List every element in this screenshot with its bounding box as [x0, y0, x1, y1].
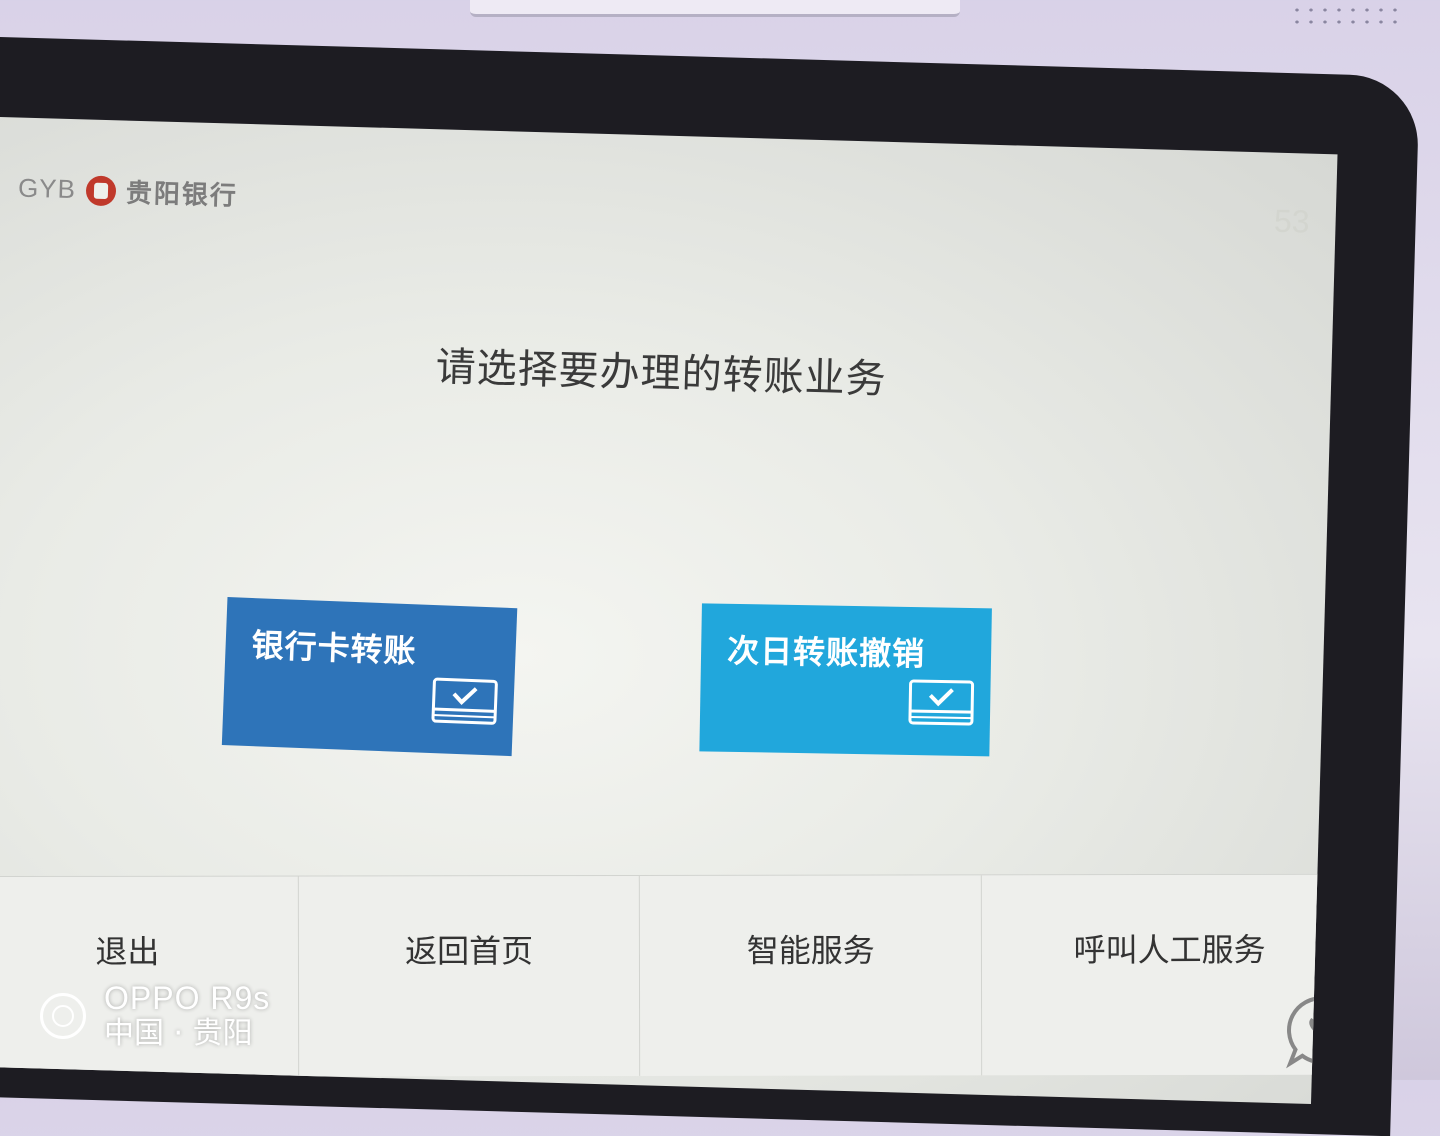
bank-logo-icon	[85, 174, 117, 206]
camera-lens-icon	[40, 992, 86, 1039]
next-day-transfer-cancel-button[interactable]: 次日转账撤销	[699, 603, 992, 757]
tile-label: 次日转账撤销	[726, 631, 926, 674]
card-check-icon	[431, 677, 498, 725]
phone-chat-icon[interactable]	[1282, 991, 1338, 1071]
wall-dots	[1290, 4, 1400, 28]
logo-chinese: 贵阳银行	[125, 178, 239, 212]
logo-english: GYB	[17, 172, 77, 205]
device-mount	[470, 0, 960, 17]
watermark-location: 中国 · 贵阳	[104, 1015, 253, 1051]
kiosk-bezel: GYB 贵阳银行 53 请选择要办理的转账业务 银行卡转账 次日转账撤销 退出 …	[0, 35, 1420, 1136]
camera-watermark: OPPO R9s 中国 · 贵阳	[40, 980, 270, 1051]
smart-service-button[interactable]: 智能服务	[640, 875, 983, 1076]
bank-card-transfer-button[interactable]: 银行卡转账	[221, 597, 518, 757]
watermark-text: OPPO R9s 中国 · 贵阳	[104, 980, 270, 1051]
watermark-device: OPPO R9s	[104, 980, 271, 1016]
home-button[interactable]: 返回首页	[298, 875, 641, 1077]
bank-logo: GYB 贵阳银行	[18, 170, 239, 213]
page-title: 请选择要办理的转账业务	[435, 344, 888, 403]
countdown-timer: 53	[1273, 202, 1311, 240]
card-check-icon	[908, 679, 975, 726]
tile-label: 银行卡转账	[250, 626, 418, 671]
kiosk-screen: GYB 贵阳银行 53 请选择要办理的转账业务 银行卡转账 次日转账撤销 退出 …	[0, 116, 1338, 1105]
